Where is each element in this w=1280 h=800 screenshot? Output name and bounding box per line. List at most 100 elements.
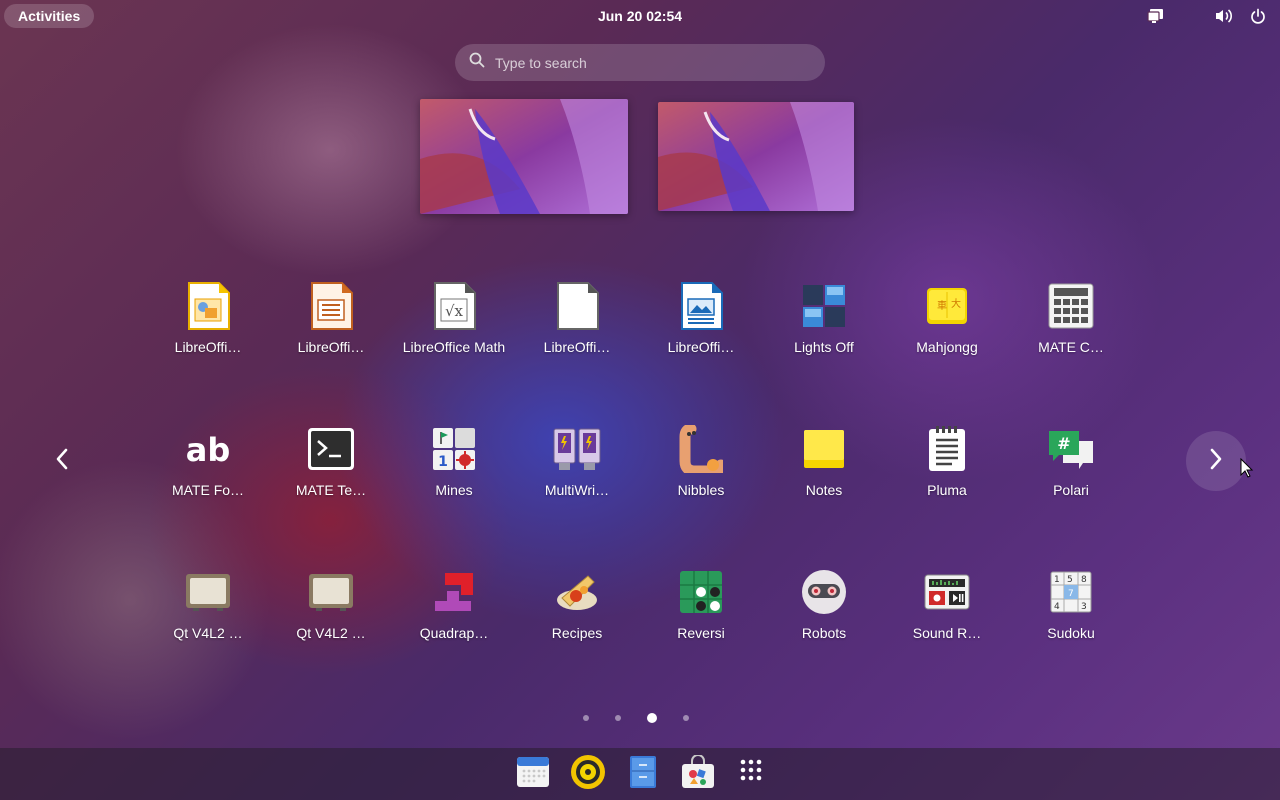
search-input[interactable] <box>495 54 795 71</box>
search-bar[interactable] <box>455 44 825 81</box>
power-icon[interactable] <box>1248 6 1268 26</box>
dash-software[interactable] <box>680 753 716 794</box>
app-notes[interactable]: Notes <box>769 423 879 523</box>
app-label: MATE Fo… <box>171 482 245 498</box>
app-label: LibreOffi… <box>543 339 611 355</box>
app-lights-off[interactable]: Lights Off <box>769 280 879 380</box>
app-sound-recorder[interactable]: Sound R… <box>892 566 1002 666</box>
app-quadrapassel[interactable]: Quadrap… <box>399 566 509 666</box>
app-robots[interactable]: Robots <box>769 566 879 666</box>
dash-calendar[interactable] <box>515 756 551 792</box>
app-label: LibreOffi… <box>174 339 242 355</box>
svg-text:大: 大 <box>951 297 961 310</box>
chevron-right-icon <box>1208 447 1224 476</box>
app-multiwriter[interactable]: MultiWri… <box>522 423 632 523</box>
robots-icon <box>798 566 850 618</box>
app-recipes[interactable]: Recipes <box>522 566 632 666</box>
svg-text:5: 5 <box>1067 575 1073 585</box>
app-label: LibreOffi… <box>297 339 365 355</box>
svg-text:4: 4 <box>1054 602 1060 612</box>
multiwriter-icon <box>551 423 603 475</box>
app-label: Reversi <box>677 625 725 641</box>
app-mate-font-viewer[interactable]: ab MATE Fo… <box>153 423 263 523</box>
qt-v4l2-icon <box>182 566 234 618</box>
app-mate-terminal[interactable]: MATE Te… <box>276 423 386 523</box>
app-libreoffice-impress[interactable]: LibreOffi… <box>153 280 263 380</box>
app-label: Qt V4L2 … <box>296 625 366 641</box>
files-icon <box>629 755 657 794</box>
show-apps-icon <box>740 759 766 790</box>
app-qt-v4l2-2[interactable]: Qt V4L2 … <box>276 566 386 666</box>
clock[interactable]: Jun 20 02:54 <box>598 8 682 24</box>
top-bar: Activities Jun 20 02:54 <box>0 0 1280 32</box>
app-reversi[interactable]: Reversi <box>646 566 756 666</box>
app-nibbles[interactable]: Nibbles <box>646 423 756 523</box>
quadrapassel-icon <box>428 566 480 618</box>
app-label: Polari <box>1053 482 1089 498</box>
workspace-thumbnail-1[interactable] <box>420 99 628 214</box>
page-dot-3-active[interactable] <box>647 713 657 723</box>
volume-icon[interactable] <box>1214 6 1234 26</box>
app-sudoku[interactable]: 15874 3 Sudoku <box>1016 566 1126 666</box>
dash-show-apps[interactable] <box>735 756 771 792</box>
dash-files[interactable] <box>625 755 661 794</box>
recipes-icon <box>551 566 603 618</box>
svg-text:3: 3 <box>1081 602 1087 612</box>
next-page-button[interactable] <box>1186 431 1246 491</box>
qt-v4l2-icon <box>305 566 357 618</box>
libreoffice-writer-icon <box>305 280 357 332</box>
app-libreoffice-draw[interactable]: LibreOffi… <box>646 280 756 380</box>
svg-text:車: 車 <box>937 299 947 312</box>
app-label: Sudoku <box>1047 625 1095 641</box>
libreoffice-draw-icon <box>675 280 727 332</box>
app-label: MATE C… <box>1038 339 1104 355</box>
app-libreoffice-blank[interactable]: LibreOffi… <box>522 280 632 380</box>
dash <box>0 748 1280 800</box>
app-mines[interactable]: 1 Mines <box>399 423 509 523</box>
app-mahjongg[interactable]: 車大 Mahjongg <box>892 280 1002 380</box>
app-qt-v4l2-1[interactable]: Qt V4L2 … <box>153 566 263 666</box>
app-pluma[interactable]: Pluma <box>892 423 1002 523</box>
dash-rhythmbox[interactable] <box>570 754 606 795</box>
app-label: Notes <box>805 482 843 498</box>
app-label: Recipes <box>551 625 603 641</box>
libreoffice-math-icon: √x <box>428 280 480 332</box>
calendar-icon <box>516 755 550 794</box>
activities-button[interactable]: Activities <box>4 4 95 28</box>
previous-page-button[interactable] <box>32 431 92 491</box>
app-label: LibreOffice Math <box>402 339 506 355</box>
app-label: Mines <box>435 482 473 498</box>
page-dot-2[interactable] <box>615 715 621 721</box>
notes-icon <box>798 423 850 475</box>
app-label: Lights Off <box>794 339 854 355</box>
app-label: Sound R… <box>912 625 982 641</box>
svg-text:1: 1 <box>1054 575 1060 585</box>
svg-text:√x: √x <box>445 302 464 320</box>
page-dot-4[interactable] <box>683 715 689 721</box>
clock-area: Jun 20 02:54 <box>0 0 1280 32</box>
svg-text:8: 8 <box>1081 575 1087 585</box>
page-indicator <box>583 713 689 723</box>
svg-text:1: 1 <box>438 454 448 470</box>
app-polari[interactable]: # Polari <box>1016 423 1126 523</box>
reversi-icon <box>675 566 727 618</box>
app-mate-calculator[interactable]: MATE C… <box>1016 280 1126 380</box>
screen-share-icon[interactable] <box>1146 6 1166 26</box>
page-dot-1[interactable] <box>583 715 589 721</box>
mate-calculator-icon <box>1045 280 1097 332</box>
pluma-icon <box>921 423 973 475</box>
software-icon <box>680 753 716 794</box>
app-label: Pluma <box>927 482 967 498</box>
sudoku-icon: 15874 3 <box>1045 566 1097 618</box>
chevron-left-icon <box>54 447 70 476</box>
mouse-cursor-icon <box>1240 457 1254 483</box>
rhythmbox-icon <box>570 754 606 795</box>
app-libreoffice-writer[interactable]: LibreOffi… <box>276 280 386 380</box>
sound-recorder-icon <box>921 566 973 618</box>
workspace-thumbnail-2[interactable] <box>658 102 854 211</box>
mahjongg-icon: 車大 <box>921 280 973 332</box>
mines-icon: 1 <box>428 423 480 475</box>
svg-text:7: 7 <box>1068 589 1074 599</box>
app-libreoffice-math[interactable]: √x LibreOffice Math <box>399 280 509 380</box>
libreoffice-impress-icon <box>182 280 234 332</box>
